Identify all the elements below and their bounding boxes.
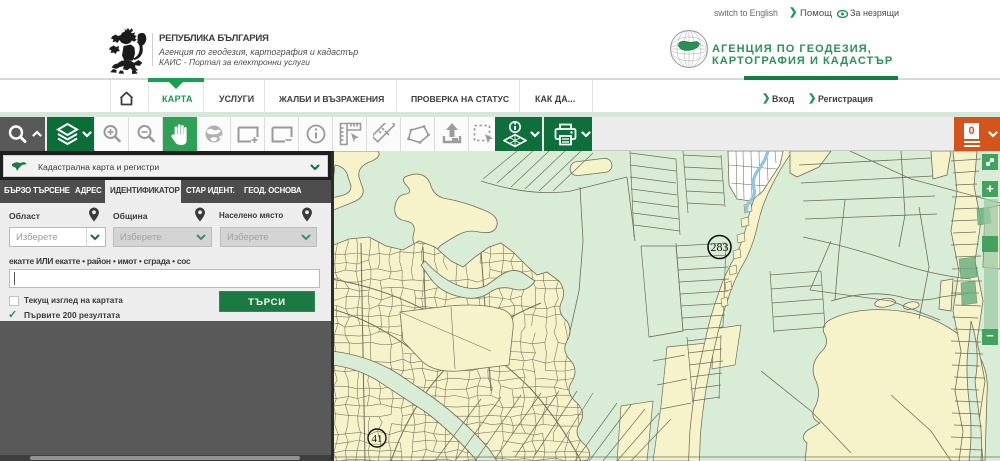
- svg-text:283: 283: [711, 240, 729, 254]
- svg-text:41: 41: [372, 433, 383, 445]
